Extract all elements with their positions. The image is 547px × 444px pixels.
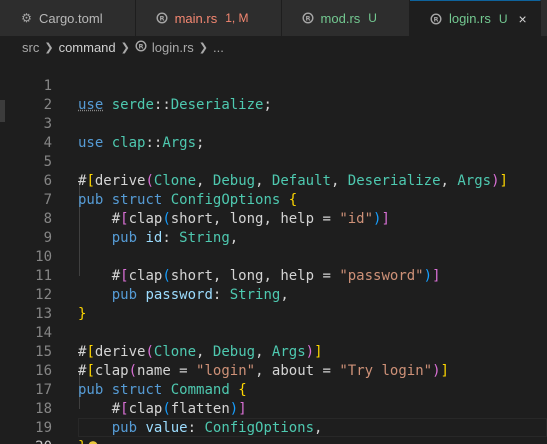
- rust-icon: R: [302, 12, 315, 25]
- rust-icon: R: [135, 39, 147, 55]
- code-line: 10 #[clap(short, long, help = "password"…: [0, 229, 547, 284]
- tab-status: 1, M: [225, 11, 249, 25]
- rust-icon: R: [430, 12, 443, 25]
- code-line: 2: [0, 77, 547, 113]
- line-text: }: [78, 438, 99, 444]
- code-line: 13: [0, 286, 547, 322]
- chevron-right-icon: ❯: [198, 41, 208, 54]
- code-line: 8 pub id: String,: [0, 191, 547, 246]
- svg-text:R: R: [160, 14, 165, 22]
- lightbulb-icon[interactable]: [87, 440, 99, 444]
- code-line: 3 use clap::Args;: [0, 96, 547, 151]
- tab-status: U: [498, 11, 508, 26]
- code-line: 18 pub value: ConfigOptions,: [0, 381, 547, 436]
- breadcrumb-src[interactable]: src: [22, 40, 39, 55]
- code-line: 7 #[clap(short, long, help = "id")]: [0, 172, 547, 227]
- code-line: 9: [0, 210, 547, 246]
- code-line: 6 pub struct ConfigOptions {: [0, 153, 547, 208]
- svg-text:R: R: [138, 42, 143, 50]
- code-area[interactable]: 1 use serde::Deserialize; 2 3 use clap::…: [0, 58, 547, 444]
- code-line: 12 }: [0, 267, 547, 322]
- code-line: 16 pub struct Command {: [0, 343, 547, 398]
- code-line: 4: [0, 115, 547, 151]
- breadcrumb-file[interactable]: login.rs: [152, 40, 194, 55]
- chevron-right-icon: ❯: [120, 41, 130, 54]
- tab-status: U: [368, 11, 377, 25]
- rust-icon: R: [156, 12, 169, 25]
- code-line: 17 #[clap(flatten)]: [0, 362, 547, 417]
- tab-label: Cargo.toml: [39, 10, 103, 26]
- breadcrumb-more[interactable]: ...: [213, 40, 224, 55]
- line-number: 20: [0, 438, 52, 444]
- code-line: 15 #[clap(name = "login", about = "Try l…: [0, 324, 547, 379]
- tab-cargo-toml[interactable]: ⚙ Cargo.toml: [0, 0, 136, 36]
- tab-bar: ⚙ Cargo.toml R main.rs 1, M R mod.rs U R…: [0, 0, 547, 37]
- tab-label: main.rs: [174, 10, 218, 26]
- code-line: 1 use serde::Deserialize;: [0, 58, 547, 113]
- tab-main-rs[interactable]: R main.rs 1, M: [135, 0, 282, 36]
- svg-text:R: R: [434, 15, 439, 23]
- breadcrumb: src ❯ command ❯ R login.rs ❯ ...: [0, 36, 547, 58]
- code-line: 19 }: [0, 400, 547, 444]
- breadcrumb-command[interactable]: command: [59, 40, 116, 55]
- code-line: 11 pub password: String,: [0, 248, 547, 303]
- code-editor: ⚙ Cargo.toml R main.rs 1, M R mod.rs U R…: [0, 0, 547, 444]
- gear-icon: ⚙: [21, 11, 32, 25]
- tab-partial[interactable]: R lo: [540, 0, 547, 36]
- code-line: 5 #[derive(Clone, Debug, Default, Deseri…: [0, 134, 547, 189]
- current-line-highlight: [78, 418, 547, 437]
- chevron-right-icon: ❯: [44, 41, 54, 54]
- tab-mod-rs[interactable]: R mod.rs U: [281, 0, 410, 36]
- tab-label: login.rs: [448, 11, 491, 26]
- tab-login-rs[interactable]: R login.rs U ×: [409, 0, 541, 36]
- code-line: 14 #[derive(Clone, Debug, Args)]: [0, 305, 547, 360]
- svg-text:R: R: [306, 14, 311, 22]
- tab-label: mod.rs: [320, 10, 361, 26]
- close-icon[interactable]: ×: [516, 11, 530, 27]
